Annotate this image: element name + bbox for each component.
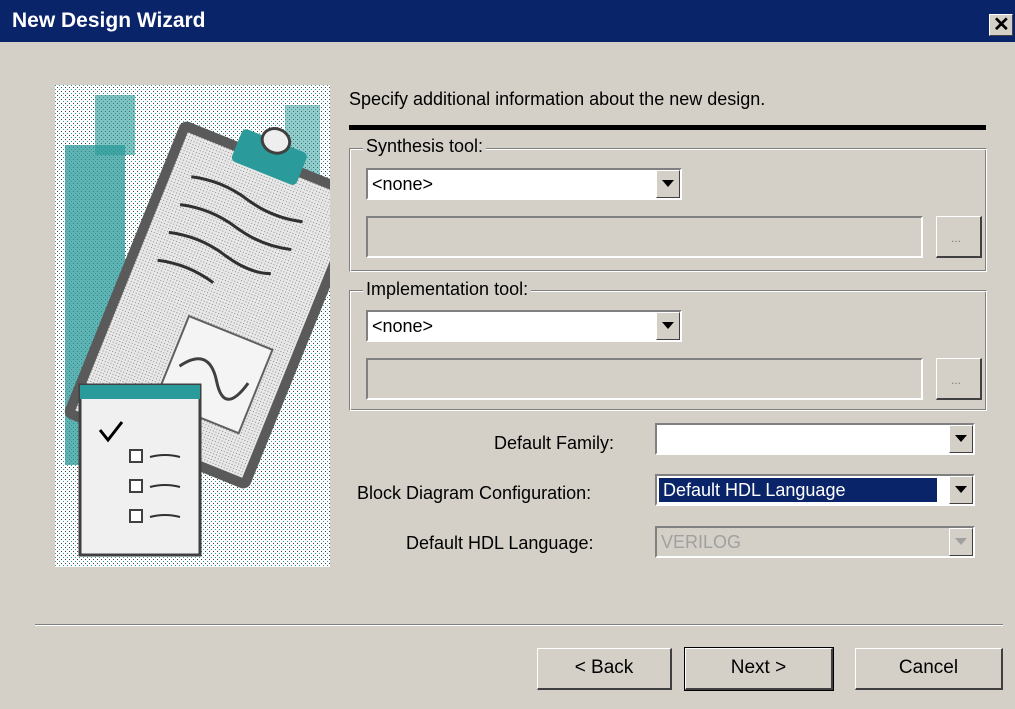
header-divider: [349, 125, 986, 130]
synthesis-tool-path-field[interactable]: [366, 216, 923, 258]
default-hdl-language-select[interactable]: VERILOG: [655, 526, 975, 558]
block-diagram-config-label: Block Diagram Configuration:: [357, 483, 592, 503]
default-family-label: Default Family:: [494, 433, 615, 453]
implementation-tool-path-field[interactable]: [366, 358, 923, 400]
next-button[interactable]: Next >: [684, 647, 834, 691]
synthesis-tool-value: <none>: [372, 174, 434, 194]
implementation-browse-button[interactable]: ...: [936, 358, 982, 400]
block-diagram-config-select[interactable]: Default HDL Language: [655, 474, 975, 506]
window-title: New Design Wizard: [12, 9, 206, 32]
chevron-down-icon[interactable]: [949, 528, 973, 556]
implementation-tool-select[interactable]: <none>: [366, 310, 682, 342]
wizard-illustration: [55, 85, 330, 567]
block-diagram-config-value: Default HDL Language: [659, 478, 937, 502]
synthesis-tool-legend: Synthesis tool:: [363, 136, 487, 157]
chevron-down-icon[interactable]: [656, 312, 680, 340]
back-button[interactable]: < Back: [537, 648, 672, 690]
footer-divider: [35, 624, 1003, 626]
synthesis-tool-select[interactable]: <none>: [366, 168, 682, 200]
default-hdl-language-value: VERILOG: [661, 532, 742, 552]
implementation-tool-value: <none>: [372, 316, 434, 336]
cancel-button[interactable]: Cancel: [855, 648, 1003, 690]
wizard-dialog: New Design Wizard ✕ Specify additional i…: [0, 0, 1015, 709]
chevron-down-icon[interactable]: [656, 170, 680, 198]
browse-ellipsis: ...: [951, 231, 962, 245]
chevron-down-icon[interactable]: [949, 425, 973, 453]
title-bar[interactable]: New Design Wizard ✕: [0, 0, 1015, 42]
chevron-down-icon[interactable]: [949, 476, 973, 504]
implementation-tool-legend: Implementation tool:: [363, 279, 532, 300]
default-hdl-language-label: Default HDL Language:: [406, 533, 594, 553]
close-button[interactable]: ✕: [989, 14, 1013, 36]
instruction-text: Specify additional information about the…: [349, 89, 766, 109]
close-icon: ✕: [993, 14, 1010, 36]
default-family-select[interactable]: [655, 423, 975, 455]
synthesis-browse-button[interactable]: ...: [936, 216, 982, 258]
browse-ellipsis: ...: [951, 373, 962, 387]
